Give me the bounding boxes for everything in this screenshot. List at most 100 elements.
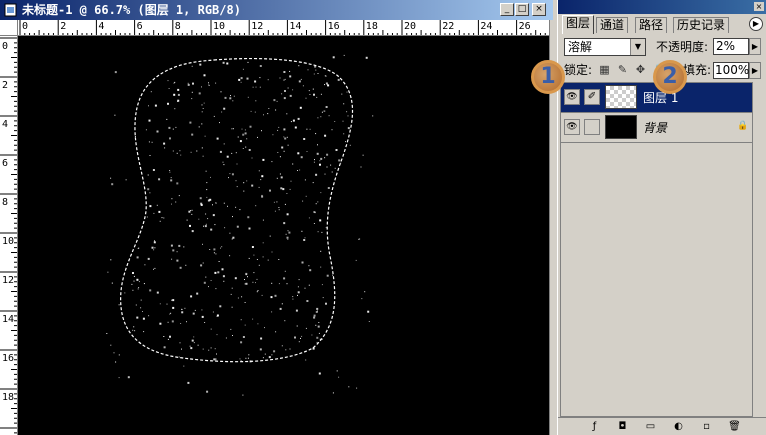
lock-image-brush-icon[interactable]: ✎ bbox=[616, 63, 629, 76]
tab-paths[interactable]: 路径 bbox=[635, 17, 668, 33]
noise-pixel bbox=[259, 65, 262, 67]
tab-channels[interactable]: 通道 bbox=[596, 17, 629, 33]
noise-pixel bbox=[166, 303, 168, 305]
noise-pixel bbox=[205, 213, 207, 215]
noise-pixel bbox=[228, 177, 229, 179]
new-group-icon[interactable]: ▭ bbox=[644, 420, 657, 433]
eye-icon[interactable]: 👁 bbox=[564, 89, 580, 105]
close-button[interactable]: × bbox=[532, 3, 546, 16]
layer-thumbnail bbox=[605, 115, 637, 139]
document-title-bar[interactable]: 未标题-1 @ 66.7% (图层 1, RGB/8) _ □ × bbox=[0, 0, 553, 20]
noise-pixel bbox=[145, 129, 147, 131]
noise-pixel bbox=[321, 231, 323, 233]
palette-caption-bar[interactable]: × bbox=[558, 0, 766, 14]
noise-pixel bbox=[244, 132, 247, 135]
new-layer-icon[interactable]: ▫ bbox=[700, 420, 713, 433]
noise-pixel bbox=[317, 231, 319, 233]
layer-row[interactable]: 👁 背景 🔒 bbox=[561, 113, 752, 143]
tab-layers[interactable]: 图层 bbox=[562, 15, 595, 34]
fill-slider-button[interactable]: ▶ bbox=[749, 62, 761, 79]
noise-pixel bbox=[210, 328, 212, 330]
noise-pixel bbox=[235, 206, 237, 208]
noise-pixel bbox=[283, 277, 286, 280]
lock-position-move-icon[interactable]: ✥ bbox=[634, 63, 647, 76]
ruler-origin[interactable] bbox=[0, 20, 18, 36]
trash-icon[interactable]: 🗑 bbox=[728, 420, 741, 433]
layer-style-icon[interactable]: ƒ bbox=[588, 420, 601, 433]
noise-pixel bbox=[223, 202, 225, 204]
noise-pixel bbox=[231, 128, 233, 130]
noise-pixel bbox=[153, 241, 156, 244]
noise-pixel bbox=[244, 279, 245, 280]
noise-pixel bbox=[243, 190, 245, 192]
noise-pixel bbox=[232, 335, 233, 336]
maximize-button[interactable]: □ bbox=[515, 3, 529, 16]
noise-pixel bbox=[150, 91, 152, 93]
noise-pixel bbox=[244, 302, 246, 303]
noise-pixel bbox=[154, 267, 156, 269]
ruler-label: 20 bbox=[404, 21, 416, 32]
opacity-slider-button[interactable]: ▶ bbox=[749, 38, 761, 55]
noise-pixel bbox=[147, 188, 150, 191]
noise-pixel bbox=[191, 65, 193, 67]
noise-pixel bbox=[186, 219, 188, 221]
noise-pixel bbox=[169, 335, 171, 338]
horizontal-ruler[interactable]: 0 2 4 6 8 10 12 14 16 18 20 22 24 26 bbox=[18, 20, 549, 36]
noise-pixel bbox=[262, 219, 264, 221]
noise-pixel bbox=[268, 108, 270, 109]
add-mask-icon[interactable]: ◘ bbox=[616, 420, 629, 433]
vertical-ruler[interactable]: 0 2 4 6 8 10 12 14 16 18 bbox=[0, 36, 18, 435]
noise-pixel bbox=[171, 198, 173, 200]
noise-pixel bbox=[343, 54, 345, 56]
ruler-label: 8 bbox=[2, 197, 8, 208]
link-slot[interactable] bbox=[584, 119, 600, 135]
blend-mode-select[interactable]: 溶解 ▼ bbox=[564, 38, 646, 56]
noise-pixel bbox=[267, 79, 269, 81]
palette-close-button[interactable]: × bbox=[754, 2, 764, 11]
ruler-label: 12 bbox=[2, 275, 14, 286]
noise-pixel bbox=[248, 149, 251, 151]
document-window: 未标题-1 @ 66.7% (图层 1, RGB/8) _ □ × 024681… bbox=[0, 0, 553, 435]
noise-pixel bbox=[244, 283, 246, 285]
noise-pixel bbox=[230, 328, 232, 330]
noise-pixel bbox=[281, 303, 283, 305]
minimize-button[interactable]: _ bbox=[500, 3, 514, 16]
noise-pixel bbox=[156, 130, 159, 133]
brush-icon[interactable]: ✐ bbox=[584, 89, 600, 105]
noise-pixel bbox=[299, 106, 302, 109]
noise-pixel bbox=[342, 120, 344, 122]
fill-input[interactable]: 100% bbox=[713, 62, 749, 79]
noise-pixel bbox=[269, 189, 271, 192]
noise-pixel bbox=[319, 160, 321, 162]
eye-icon[interactable]: 👁 bbox=[564, 119, 580, 135]
noise-pixel bbox=[233, 95, 235, 97]
noise-pixel bbox=[313, 93, 315, 96]
lock-transparency-icon[interactable]: ▦ bbox=[598, 63, 611, 76]
noise-pixel bbox=[278, 126, 280, 128]
palette-menu-button[interactable]: ▶ bbox=[749, 17, 763, 31]
noise-pixel bbox=[290, 180, 292, 182]
noise-pixel bbox=[242, 394, 244, 396]
blend-mode-value: 溶解 bbox=[568, 40, 593, 54]
noise-pixel bbox=[244, 129, 246, 131]
noise-pixel bbox=[191, 91, 193, 93]
noise-pixel bbox=[153, 268, 154, 270]
tab-history[interactable]: 历史记录 bbox=[673, 17, 730, 33]
noise-pixel bbox=[309, 269, 312, 272]
ruler-label: 18 bbox=[366, 21, 378, 32]
noise-pixel bbox=[335, 149, 338, 151]
image-canvas[interactable] bbox=[18, 36, 549, 435]
noise-pixel bbox=[201, 147, 203, 149]
noise-pixel bbox=[191, 230, 194, 233]
noise-pixel bbox=[332, 56, 335, 59]
noise-pixel bbox=[197, 344, 199, 346]
noise-pixel bbox=[267, 113, 269, 115]
adjustment-layer-icon[interactable]: ◐ bbox=[672, 420, 685, 433]
noise-pixel bbox=[251, 157, 253, 159]
noise-pixel bbox=[279, 173, 281, 175]
noise-pixel bbox=[248, 227, 251, 230]
noise-pixel bbox=[231, 306, 233, 308]
opacity-input[interactable]: 2% bbox=[713, 38, 749, 55]
noise-pixel bbox=[209, 198, 212, 201]
noise-pixel bbox=[210, 347, 212, 349]
